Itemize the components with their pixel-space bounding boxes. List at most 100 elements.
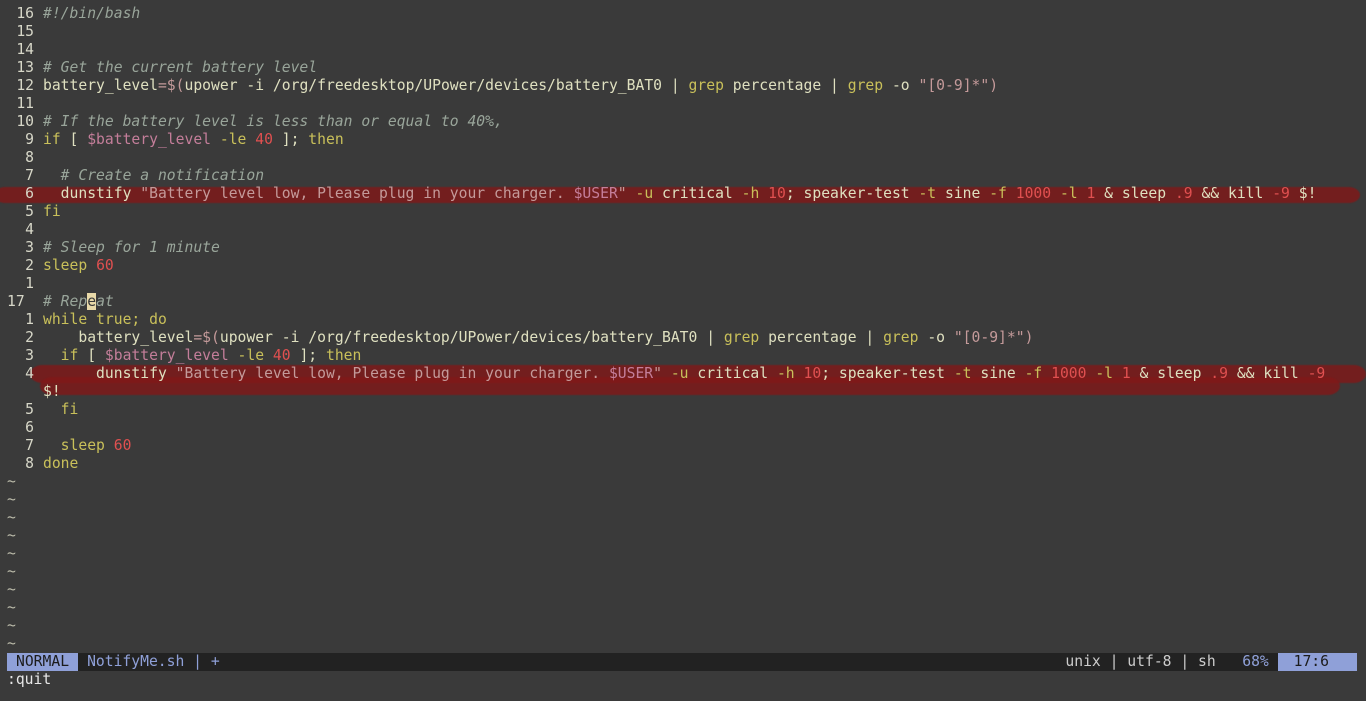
code-line[interactable]: 12 battery_level=$(upower -i /org/freedes… [0, 77, 1366, 95]
code-token: # Sleep for 1 minute [43, 239, 220, 256]
code-token: "[0-9]*") [953, 329, 1034, 346]
line-text: fi [43, 401, 79, 418]
code-token: -i /org/freedesktop/UPower/devices/batte… [281, 329, 707, 346]
code-token: # Get the current battery level [43, 59, 318, 76]
code-token: "Battery level low, Please plug in your … [175, 365, 609, 382]
code-line[interactable]: 6 dunstify "Battery level low, Please pl… [0, 185, 1366, 203]
code-token: -l [1051, 185, 1087, 202]
line-number: 5 [25, 203, 34, 220]
code-line[interactable]: 2 sleep 60 [0, 257, 1366, 275]
cursor-position: 17:6 [1277, 653, 1357, 671]
code-token: " [617, 185, 627, 202]
code-token: do [149, 311, 167, 328]
code-line[interactable]: 1 while true; do [0, 311, 1366, 329]
code-token: && kill [1227, 365, 1308, 382]
code-token: battery_level [43, 77, 158, 94]
code-line[interactable]: 16 #!/bin/bash [0, 5, 1366, 23]
code-line[interactable]: $! [0, 377, 1366, 401]
code-line[interactable]: 5 fi [0, 401, 1366, 419]
editor-buffer[interactable]: 16 #!/bin/bash 15 14 13 # Get the current bat… [0, 5, 1366, 653]
tilde-marker: ~ [7, 635, 16, 652]
code-token: [ [60, 131, 88, 148]
line-number: 13 [16, 59, 34, 76]
code-token: done [43, 455, 79, 472]
line-number: 1 [25, 275, 34, 292]
code-line[interactable]: 13 # Get the current battery level [0, 59, 1366, 77]
code-token: fi [43, 203, 61, 220]
code-token: sine [945, 185, 990, 202]
code-token: && kill [1192, 185, 1273, 202]
code-line[interactable]: 7 # Create a notification [0, 167, 1366, 185]
line-text: battery_level=$(upower -i /org/freedeskt… [43, 77, 998, 94]
code-token: $! [43, 383, 61, 400]
code-token: .9 [1210, 365, 1228, 382]
code-token: # Rep [43, 293, 88, 310]
line-number: 12 [16, 77, 34, 94]
code-token: sine [980, 365, 1025, 382]
code-token: # Create a notification [43, 167, 265, 184]
command-line[interactable]: :quit [7, 671, 51, 689]
code-line[interactable]: 1 [0, 275, 1366, 293]
code-token: grep [883, 329, 928, 346]
code-line[interactable]: 17 # Repeat [0, 293, 1366, 311]
line-text: # Create a notification [43, 167, 264, 184]
code-line[interactable]: 6 [0, 419, 1366, 437]
line-text: # Repeat [43, 293, 114, 310]
code-line[interactable]: 7 sleep 60 [0, 437, 1366, 455]
line-number: 9 [25, 131, 34, 148]
code-token: "[0-9]*") [918, 77, 999, 94]
empty-buffer-line: ~ [0, 473, 1366, 491]
code-line[interactable]: 2 battery_level=$(upower -i /org/freedes… [0, 329, 1366, 347]
code-line[interactable]: 10 # If the battery level is less than or… [0, 113, 1366, 131]
scroll-percent: 68% [1242, 653, 1269, 670]
code-line[interactable]: 15 [0, 23, 1366, 41]
empty-buffer-line: ~ [0, 617, 1366, 635]
code-token: grep [688, 77, 733, 94]
code-token: -h [776, 365, 804, 382]
line-number: 1 [25, 311, 34, 328]
code-token: | [670, 77, 689, 94]
code-line[interactable]: 4 [0, 221, 1366, 239]
line-number: 11 [16, 95, 34, 112]
code-token: if [43, 347, 79, 364]
code-token: -t [953, 365, 981, 382]
code-line[interactable]: 5 fi [0, 203, 1366, 221]
code-token: | [830, 77, 848, 94]
empty-buffer-line: ~ [0, 599, 1366, 617]
line-text: $! [43, 383, 61, 400]
code-token: $battery_level [104, 347, 229, 364]
code-token: ]; [272, 131, 309, 148]
line-number: 6 [25, 419, 34, 436]
code-line[interactable]: 14 [0, 41, 1366, 59]
code-token: =$( [157, 77, 185, 94]
code-token: -o [927, 329, 954, 346]
code-token: true; [87, 311, 150, 328]
code-token: -u [626, 185, 663, 202]
empty-buffer-line: ~ [0, 563, 1366, 581]
code-token: percentage [768, 329, 866, 346]
code-line[interactable]: 3 # Sleep for 1 minute [0, 239, 1366, 257]
code-token: 60 [96, 257, 114, 274]
code-line[interactable]: 11 [0, 95, 1366, 113]
code-token: sleep [43, 437, 114, 454]
tilde-marker: ~ [7, 617, 16, 634]
code-token: 40 [272, 347, 291, 364]
empty-buffer-line: ~ [0, 581, 1366, 599]
empty-buffer-line: ~ [0, 509, 1366, 527]
code-token: then [325, 347, 362, 364]
code-token: at [96, 293, 114, 310]
code-line[interactable]: 8 done [0, 455, 1366, 473]
code-line[interactable]: 8 [0, 149, 1366, 167]
code-line[interactable]: 3 if [ $battery_level -le 40 ]; then [0, 347, 1366, 365]
code-line[interactable]: 9 if [ $battery_level -le 40 ]; then [0, 131, 1366, 149]
code-token: -t [918, 185, 945, 202]
code-line[interactable]: 4 dunstify "Battery level low, Please pl… [0, 365, 1366, 383]
tilde-marker: ~ [7, 599, 16, 616]
code-token: " [653, 365, 662, 382]
line-text: done [43, 455, 78, 472]
code-token: | [706, 329, 724, 346]
line-number: 2 [25, 257, 34, 274]
code-token: upower [219, 329, 282, 346]
code-token: -le [228, 347, 273, 364]
line-number: 7 [25, 437, 34, 454]
